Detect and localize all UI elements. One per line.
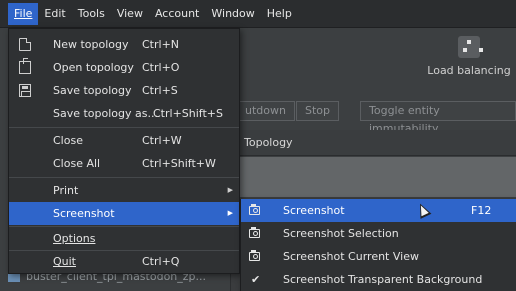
menu-file[interactable]: File — [8, 2, 39, 25]
menu-item-shortcut: Ctrl+Shift+W — [142, 157, 216, 170]
menu-item-close[interactable]: Close Ctrl+W — [9, 129, 239, 152]
submenu-item-label: Screenshot Current View — [283, 250, 419, 263]
camera-icon — [249, 204, 260, 215]
submenu-item-screenshot-current-view[interactable]: Screenshot Current View — [241, 245, 516, 268]
menu-item-screenshot[interactable]: Screenshot ▶ — [9, 202, 239, 225]
load-balancing-button[interactable]: Load balancing — [424, 36, 514, 77]
network-icon — [458, 36, 483, 58]
submenu-arrow-icon: ▶ — [227, 209, 233, 217]
menu-tools[interactable]: Tools — [72, 3, 111, 25]
menu-item-label: Save topology as... — [53, 107, 158, 120]
menu-item-label: Screenshot — [53, 207, 115, 220]
menu-item-label: Close — [53, 134, 83, 147]
checkmark-icon: ✔ — [251, 273, 261, 286]
menu-item-quit[interactable]: Quit Ctrl+Q — [9, 250, 239, 273]
menu-item-shortcut: Ctrl+S — [142, 84, 178, 97]
submenu-item-label: Screenshot Selection — [283, 227, 399, 240]
menu-help-label: Help — [266, 6, 292, 20]
menu-separator — [9, 127, 239, 128]
camera-icon — [249, 227, 260, 238]
menu-bar: File Edit Tools View Account Window Help — [0, 0, 516, 28]
menu-help[interactable]: Help — [261, 3, 298, 25]
menu-item-shortcut: Ctrl+Q — [142, 255, 180, 268]
submenu-item-shortcut: F12 — [471, 204, 492, 217]
menu-edit[interactable]: Edit — [38, 3, 71, 25]
menu-window-label: Window — [211, 6, 255, 20]
screenshot-submenu: Screenshot F12 Screenshot Selection Scre… — [240, 199, 516, 291]
load-balancing-label: Load balancing — [427, 64, 511, 77]
submenu-item-label: Screenshot — [283, 204, 345, 217]
menu-item-new-topology[interactable]: New topology Ctrl+N — [9, 33, 239, 56]
camera-icon — [249, 250, 260, 261]
new-file-icon — [19, 38, 31, 51]
menu-edit-label: Edit — [44, 6, 66, 20]
toggle-entity-immutability-button[interactable]: Toggle entity immutability — [360, 101, 516, 135]
menu-item-label: Options — [53, 232, 96, 245]
menu-item-print[interactable]: Print ▶ — [9, 179, 239, 202]
menu-file-label: File — [14, 6, 33, 20]
shutdown-button[interactable]: utdown — [236, 101, 295, 121]
stop-button[interactable]: Stop — [296, 101, 340, 121]
menu-item-label: New topology — [53, 38, 129, 51]
file-menu: New topology Ctrl+N Open topology Ctrl+O… — [8, 28, 240, 274]
topology-canvas[interactable] — [240, 157, 516, 197]
menu-item-save-topology[interactable]: Save topology Ctrl+S — [9, 79, 239, 102]
menu-item-label: Save topology — [53, 84, 132, 97]
menu-item-label: Print — [53, 184, 79, 197]
menu-item-label: Close All — [53, 157, 101, 170]
menu-item-close-all[interactable]: Close All Ctrl+Shift+W — [9, 152, 239, 175]
menu-item-shortcut: Ctrl+Shift+S — [153, 107, 223, 120]
menu-window[interactable]: Window — [205, 3, 260, 25]
submenu-item-screenshot-transparent-background[interactable]: ✔ Screenshot Transparent Background — [241, 268, 516, 291]
submenu-item-screenshot-selection[interactable]: Screenshot Selection — [241, 222, 516, 245]
menu-item-shortcut: Ctrl+O — [142, 61, 180, 74]
save-icon — [19, 84, 31, 97]
menu-account[interactable]: Account — [149, 3, 205, 25]
menu-item-label: Open topology — [53, 61, 134, 74]
menu-account-label: Account — [154, 6, 200, 20]
menu-item-shortcut: Ctrl+N — [142, 38, 180, 51]
submenu-arrow-icon: ▶ — [227, 186, 233, 194]
menu-tools-label: Tools — [77, 6, 105, 20]
submenu-item-label: Screenshot Transparent Background — [283, 273, 483, 286]
open-file-icon — [19, 58, 31, 74]
menu-view[interactable]: View — [111, 3, 149, 25]
menu-item-label: Quit — [53, 255, 76, 268]
menu-item-save-topology-as[interactable]: Save topology as... Ctrl+Shift+S — [9, 102, 239, 125]
action-toolbar: utdown Stop Toggle entity immutability — [236, 98, 516, 135]
menu-item-open-topology[interactable]: Open topology Ctrl+O — [9, 56, 239, 79]
tab-topology[interactable]: Topology — [244, 136, 293, 149]
submenu-item-screenshot[interactable]: Screenshot F12 — [241, 199, 516, 222]
topology-tab-row: Topology — [240, 130, 516, 156]
menu-separator — [9, 177, 239, 178]
menu-item-options[interactable]: Options — [9, 227, 239, 250]
menu-item-shortcut: Ctrl+W — [142, 134, 182, 147]
menu-view-label: View — [116, 6, 143, 20]
